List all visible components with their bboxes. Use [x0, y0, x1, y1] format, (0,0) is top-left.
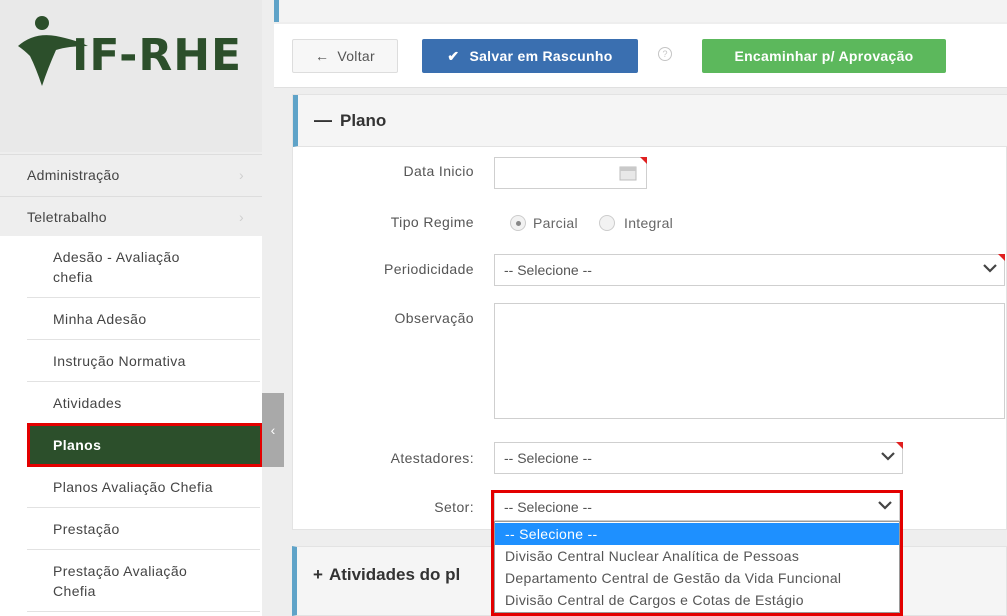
planos-highlight-box	[27, 423, 263, 467]
minus-icon: —	[314, 110, 332, 130]
logo-text: IF-RHE	[72, 30, 243, 81]
sidebar-item-prestacao-avaliacao-chefia[interactable]: Prestação Avaliação Chefia	[27, 550, 260, 612]
sidebar-item-label: Adesão - Avaliação chefia	[53, 248, 180, 285]
data-inicio-label: Data Inicio	[403, 163, 474, 179]
arrow-left-icon: ←	[315, 48, 330, 64]
observacao-textarea[interactable]	[494, 303, 1005, 419]
sidebar-item-adesao-avaliacao-chefia[interactable]: Adesão - Avaliação chefia	[27, 236, 260, 298]
menu-item-label: Administração	[27, 166, 120, 183]
sidebar-item-label: Minha Adesão	[53, 310, 147, 327]
atestadores-value: -- Selecione --	[504, 450, 592, 466]
atividades-title-text: Atividades do pl	[328, 565, 461, 584]
chevron-right-icon: ›	[239, 209, 244, 225]
sidebar-item-planos-avaliacao-chefia[interactable]: Planos Avaliação Chefia	[27, 466, 260, 508]
radio-integral[interactable]	[599, 215, 615, 231]
sidebar-item-minha-adesao[interactable]: Minha Adesão	[27, 298, 260, 340]
menu-item-teletrabalho[interactable]: Teletrabalho ›	[0, 196, 262, 236]
toolbar: ← Voltar ✔ Salvar em Rascunho ? Encaminh…	[274, 24, 1007, 88]
collapse-sidebar-button[interactable]: ‹	[262, 393, 284, 467]
plano-panel-header[interactable]: — Plano	[293, 95, 1007, 147]
required-marker	[998, 254, 1005, 261]
setor-highlight-box	[491, 490, 903, 616]
setor-label: Setor:	[434, 499, 474, 515]
tipo-regime-label: Tipo Regime	[390, 214, 474, 230]
sidebar-item-prestacao[interactable]: Prestação	[27, 508, 260, 550]
sidebar-item-label: Instrução Normativa	[53, 352, 186, 369]
chevron-down-icon	[983, 264, 997, 273]
sidebar-item-label: Prestação Avaliação Chefia	[53, 562, 188, 599]
sidebar: IF-RHE Administração › Teletrabalho › Ad…	[0, 0, 263, 616]
observacao-label: Observação	[394, 310, 474, 326]
radio-dot	[516, 221, 521, 226]
forward-approval-button[interactable]: Encaminhar p/ Aprovação	[702, 39, 946, 73]
menu-item-label: Teletrabalho	[27, 208, 107, 225]
atestadores-label: Atestadores:	[390, 450, 474, 466]
save-draft-button-label: Salvar em Rascunho	[469, 48, 613, 64]
data-inicio-field[interactable]	[494, 157, 647, 189]
chevron-down-icon	[881, 452, 895, 461]
radio-integral-label: Integral	[624, 215, 674, 231]
save-draft-button[interactable]: ✔ Salvar em Rascunho	[422, 39, 638, 73]
logo-area: IF-RHE	[0, 0, 262, 152]
chevron-left-icon: ‹	[270, 422, 276, 438]
calendar-icon	[619, 166, 637, 181]
forward-approval-button-label: Encaminhar p/ Aprovação	[734, 48, 914, 64]
check-icon: ✔	[447, 47, 460, 64]
radio-parcial[interactable]	[510, 215, 526, 231]
chevron-right-icon: ›	[239, 167, 244, 183]
periodicidade-label: Periodicidade	[383, 261, 474, 277]
periodicidade-select[interactable]: -- Selecione --	[494, 254, 1005, 286]
sidebar-item-label: Prestação	[53, 520, 120, 537]
required-marker	[640, 157, 647, 164]
radio-parcial-label: Parcial	[533, 215, 578, 231]
atividades-panel-title: + Atividades do pl	[313, 565, 460, 585]
plano-panel-title: Plano	[340, 110, 387, 130]
plus-icon: +	[313, 565, 323, 584]
sidebar-item-atividades[interactable]: Atividades	[27, 382, 260, 424]
back-button[interactable]: ← Voltar	[292, 39, 398, 73]
sidebar-item-label: Planos Avaliação Chefia	[53, 478, 213, 495]
help-icon[interactable]: ?	[658, 47, 672, 61]
sidebar-item-instrucao-normativa[interactable]: Instrução Normativa	[27, 340, 260, 382]
sidebar-item-label: Atividades	[53, 394, 122, 411]
top-strip	[274, 0, 1007, 22]
top-strip-accent	[274, 0, 279, 22]
required-marker	[896, 442, 903, 449]
periodicidade-value: -- Selecione --	[504, 262, 592, 278]
back-button-label: Voltar	[337, 48, 375, 64]
menu-item-administracao[interactable]: Administração ›	[0, 154, 262, 194]
atestadores-select[interactable]: -- Selecione --	[494, 442, 903, 474]
